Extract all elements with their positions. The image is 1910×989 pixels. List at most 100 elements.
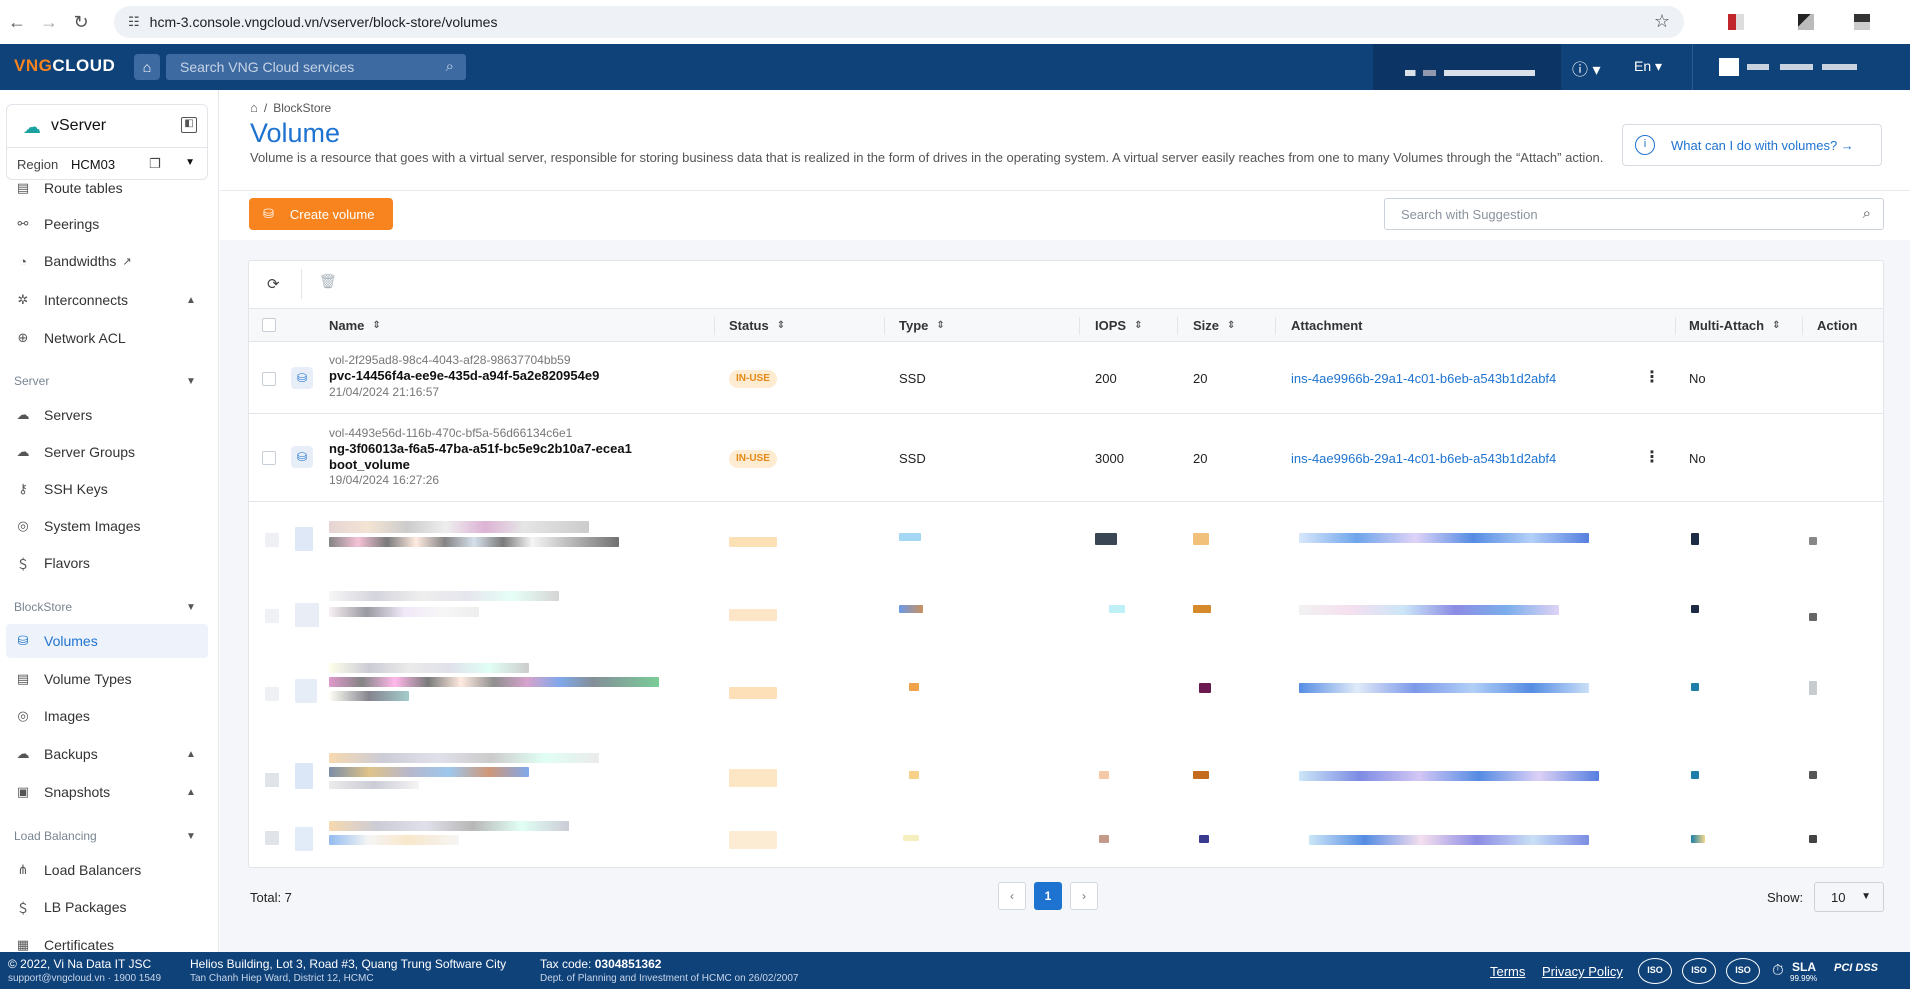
bookmark-star-icon[interactable]: ☆ xyxy=(1654,11,1670,32)
row-checkbox[interactable] xyxy=(262,372,276,386)
chevron-up-icon[interactable]: ▲ xyxy=(186,787,196,798)
site-settings-icon[interactable]: ☷ xyxy=(128,14,140,30)
sidebar-item-interconnects[interactable]: ✲ Interconnects xyxy=(14,290,129,310)
table-row[interactable] xyxy=(249,745,1883,817)
page-1-button[interactable]: 1 xyxy=(1034,882,1062,910)
sidebar-item-backups[interactable]: ☁ Backups xyxy=(14,744,98,764)
sidebar-item-images[interactable]: ◎ Images xyxy=(14,706,90,726)
copy-icon[interactable]: ❐ xyxy=(149,156,161,172)
back-icon[interactable]: ← xyxy=(2,7,32,37)
extension-icon[interactable] xyxy=(1728,14,1744,30)
chevron-down-icon[interactable]: ▼ xyxy=(186,602,196,613)
status-badge: IN-USE xyxy=(729,370,777,388)
user-menu[interactable] xyxy=(1692,44,1910,90)
chevron-down-icon[interactable]: ▼ xyxy=(186,831,196,842)
attachment-link[interactable]: ins-4ae9966b-29a1-4c01-b6eb-a543b1d2abf4 xyxy=(1291,451,1556,466)
table-row[interactable] xyxy=(249,503,1883,583)
refresh-icon[interactable]: ⟳ xyxy=(267,275,280,293)
next-page-button[interactable]: › xyxy=(1070,882,1098,910)
prev-page-button[interactable]: ‹ xyxy=(998,882,1026,910)
volume-search-input[interactable]: Search with Suggestion ⌕ xyxy=(1384,198,1884,230)
sidebar-item-ssh-keys[interactable]: ⚷ SSH Keys xyxy=(14,479,108,499)
reload-icon[interactable]: ↻ xyxy=(66,7,96,37)
column-type[interactable]: Type ⇕ xyxy=(899,318,945,333)
language-selector[interactable]: En ▾ xyxy=(1634,58,1662,75)
collapse-sidebar-icon[interactable]: ◧ xyxy=(181,117,197,133)
multi-attach-value: No xyxy=(1689,371,1706,386)
more-actions-icon[interactable]: ⋮ xyxy=(1644,367,1660,387)
attachment-link[interactable]: ins-4ae9966b-29a1-4c01-b6eb-a543b1d2abf4 xyxy=(1291,371,1556,386)
sidebar-item-servers[interactable]: ☁ Servers xyxy=(14,405,93,425)
sidebar-item-bandwidths[interactable]: ◔ Bandwidths ↗ xyxy=(14,251,132,271)
row-checkbox[interactable] xyxy=(262,451,276,465)
pagination: ‹ 1 › xyxy=(998,882,1098,910)
column-size[interactable]: Size ⇕ xyxy=(1193,318,1235,333)
column-status[interactable]: Status ⇕ xyxy=(729,318,785,333)
sidebar: ☁ vServer ◧ Region HCM03 ❐ ▼ ▤ Route tabl… xyxy=(0,90,219,952)
sidebar-item-lb-packages[interactable]: ＄ LB Packages xyxy=(14,897,126,917)
volume-created-date: 21/04/2024 21:16:57 xyxy=(329,385,440,399)
sidebar-item-volumes[interactable]: ⛁ Volumes xyxy=(14,631,98,651)
sidebar-item-peerings[interactable]: ⚯ Peerings xyxy=(14,214,100,234)
chevron-down-icon[interactable]: ▼ xyxy=(186,376,196,387)
avatar xyxy=(1719,58,1739,76)
trash-icon[interactable]: 🗑 xyxy=(319,273,337,290)
volume-name-suffix[interactable]: boot_volume xyxy=(329,457,410,472)
address-bar[interactable]: ☷ hcm-3.console.vngcloud.vn/vserver/bloc… xyxy=(114,6,1684,38)
section-load-balancing[interactable]: Load Balancing xyxy=(14,829,97,843)
table-row[interactable] xyxy=(249,817,1883,867)
top-header: VNGCLOUD ⌂ Search VNG Cloud services ⌕ ⓘ… xyxy=(0,44,1910,96)
disc-icon: ◎ xyxy=(17,518,29,533)
breadcrumb: ⌂ / BlockStore xyxy=(250,100,332,115)
privacy-policy-link[interactable]: Privacy Policy xyxy=(1542,964,1623,979)
table-row[interactable] xyxy=(249,653,1883,745)
select-all-checkbox[interactable] xyxy=(262,318,276,332)
region-value[interactable]: HCM03 xyxy=(71,157,115,172)
volume-id: vol-4493e56d-116b-470c-bf5a-56d66134c6e1 xyxy=(329,426,573,440)
create-volume-button[interactable]: ⛁ Create volume xyxy=(249,198,393,230)
home-icon[interactable]: ⌂ xyxy=(250,100,258,115)
volume-id: vol-2f295ad8-98c4-4043-af28-98637704bb59 xyxy=(329,353,571,367)
table-row[interactable] xyxy=(249,583,1883,653)
table-row[interactable]: ⛁ vol-2f295ad8-98c4-4043-af28-98637704bb… xyxy=(249,343,1883,414)
sidebar-item-load-balancers[interactable]: ⋔ Load Balancers xyxy=(14,860,142,880)
volume-name[interactable]: pvc-14456f4a-ee9e-435d-a94f-5a2e820954e9 xyxy=(329,368,599,383)
sidebar-item-flavors[interactable]: ＄ Flavors xyxy=(14,553,89,573)
page-size-select[interactable]: 10 ▼ xyxy=(1814,882,1884,912)
sidebar-item-route-tables[interactable]: ▤ Route tables xyxy=(14,178,123,198)
help-link-volumes[interactable]: i What can I do with volumes? → xyxy=(1622,124,1882,166)
sidebar-item-certificates[interactable]: ▦ Certificates xyxy=(14,935,114,952)
vng-cloud-logo[interactable]: VNGCLOUD xyxy=(14,56,115,76)
column-multi-attach[interactable]: Multi-Attach ⇕ xyxy=(1689,318,1781,333)
breadcrumb-blockstore[interactable]: BlockStore xyxy=(273,101,331,115)
forward-icon[interactable]: → xyxy=(34,7,64,37)
more-actions-icon[interactable]: ⋮ xyxy=(1644,447,1660,467)
sort-icon: ⇕ xyxy=(1134,320,1143,331)
column-name[interactable]: Name ⇕ xyxy=(329,318,381,333)
peering-icon: ⚯ xyxy=(17,216,29,231)
extension-icon[interactable] xyxy=(1798,14,1814,30)
sort-icon: ⇕ xyxy=(776,320,786,331)
chevron-down-icon[interactable]: ▼ xyxy=(185,157,195,168)
sidebar-item-network-acl[interactable]: ⊕ Network ACL xyxy=(14,328,126,348)
sidebar-item-volume-types[interactable]: ▤ Volume Types xyxy=(14,669,132,689)
section-blockstore[interactable]: BlockStore xyxy=(14,600,72,614)
profile-icon[interactable] xyxy=(1854,14,1870,30)
service-search-input[interactable]: Search VNG Cloud services ⌕ xyxy=(166,54,466,80)
search-icon[interactable]: ⌕ xyxy=(1863,205,1871,222)
home-icon[interactable]: ⌂ xyxy=(134,54,160,80)
section-server[interactable]: Server xyxy=(14,374,49,388)
chevron-up-icon[interactable]: ▲ xyxy=(186,749,196,760)
sidebar-item-snapshots[interactable]: ▣ Snapshots xyxy=(14,782,110,802)
project-selector[interactable] xyxy=(1373,44,1561,96)
sidebar-item-system-images[interactable]: ◎ System Images xyxy=(14,516,140,536)
terms-link[interactable]: Terms xyxy=(1490,964,1525,979)
certificate-icon: ▦ xyxy=(16,937,30,952)
chevron-up-icon[interactable]: ▲ xyxy=(186,295,196,306)
table-row[interactable]: ⛁ vol-4493e56d-116b-470c-bf5a-56d66134c6… xyxy=(249,414,1883,502)
column-iops[interactable]: IOPS ⇕ xyxy=(1095,318,1142,333)
help-icon[interactable]: ⓘ ▾ xyxy=(1572,56,1600,80)
sidebar-item-server-groups[interactable]: ☁ Server Groups xyxy=(14,442,136,462)
footer-tax-dept: Dept. of Planning and Investment of HCMC… xyxy=(540,973,799,984)
volume-name[interactable]: ng-3f06013a-f6a5-47ba-a51f-bc5e9c2b10a7-… xyxy=(329,441,632,456)
